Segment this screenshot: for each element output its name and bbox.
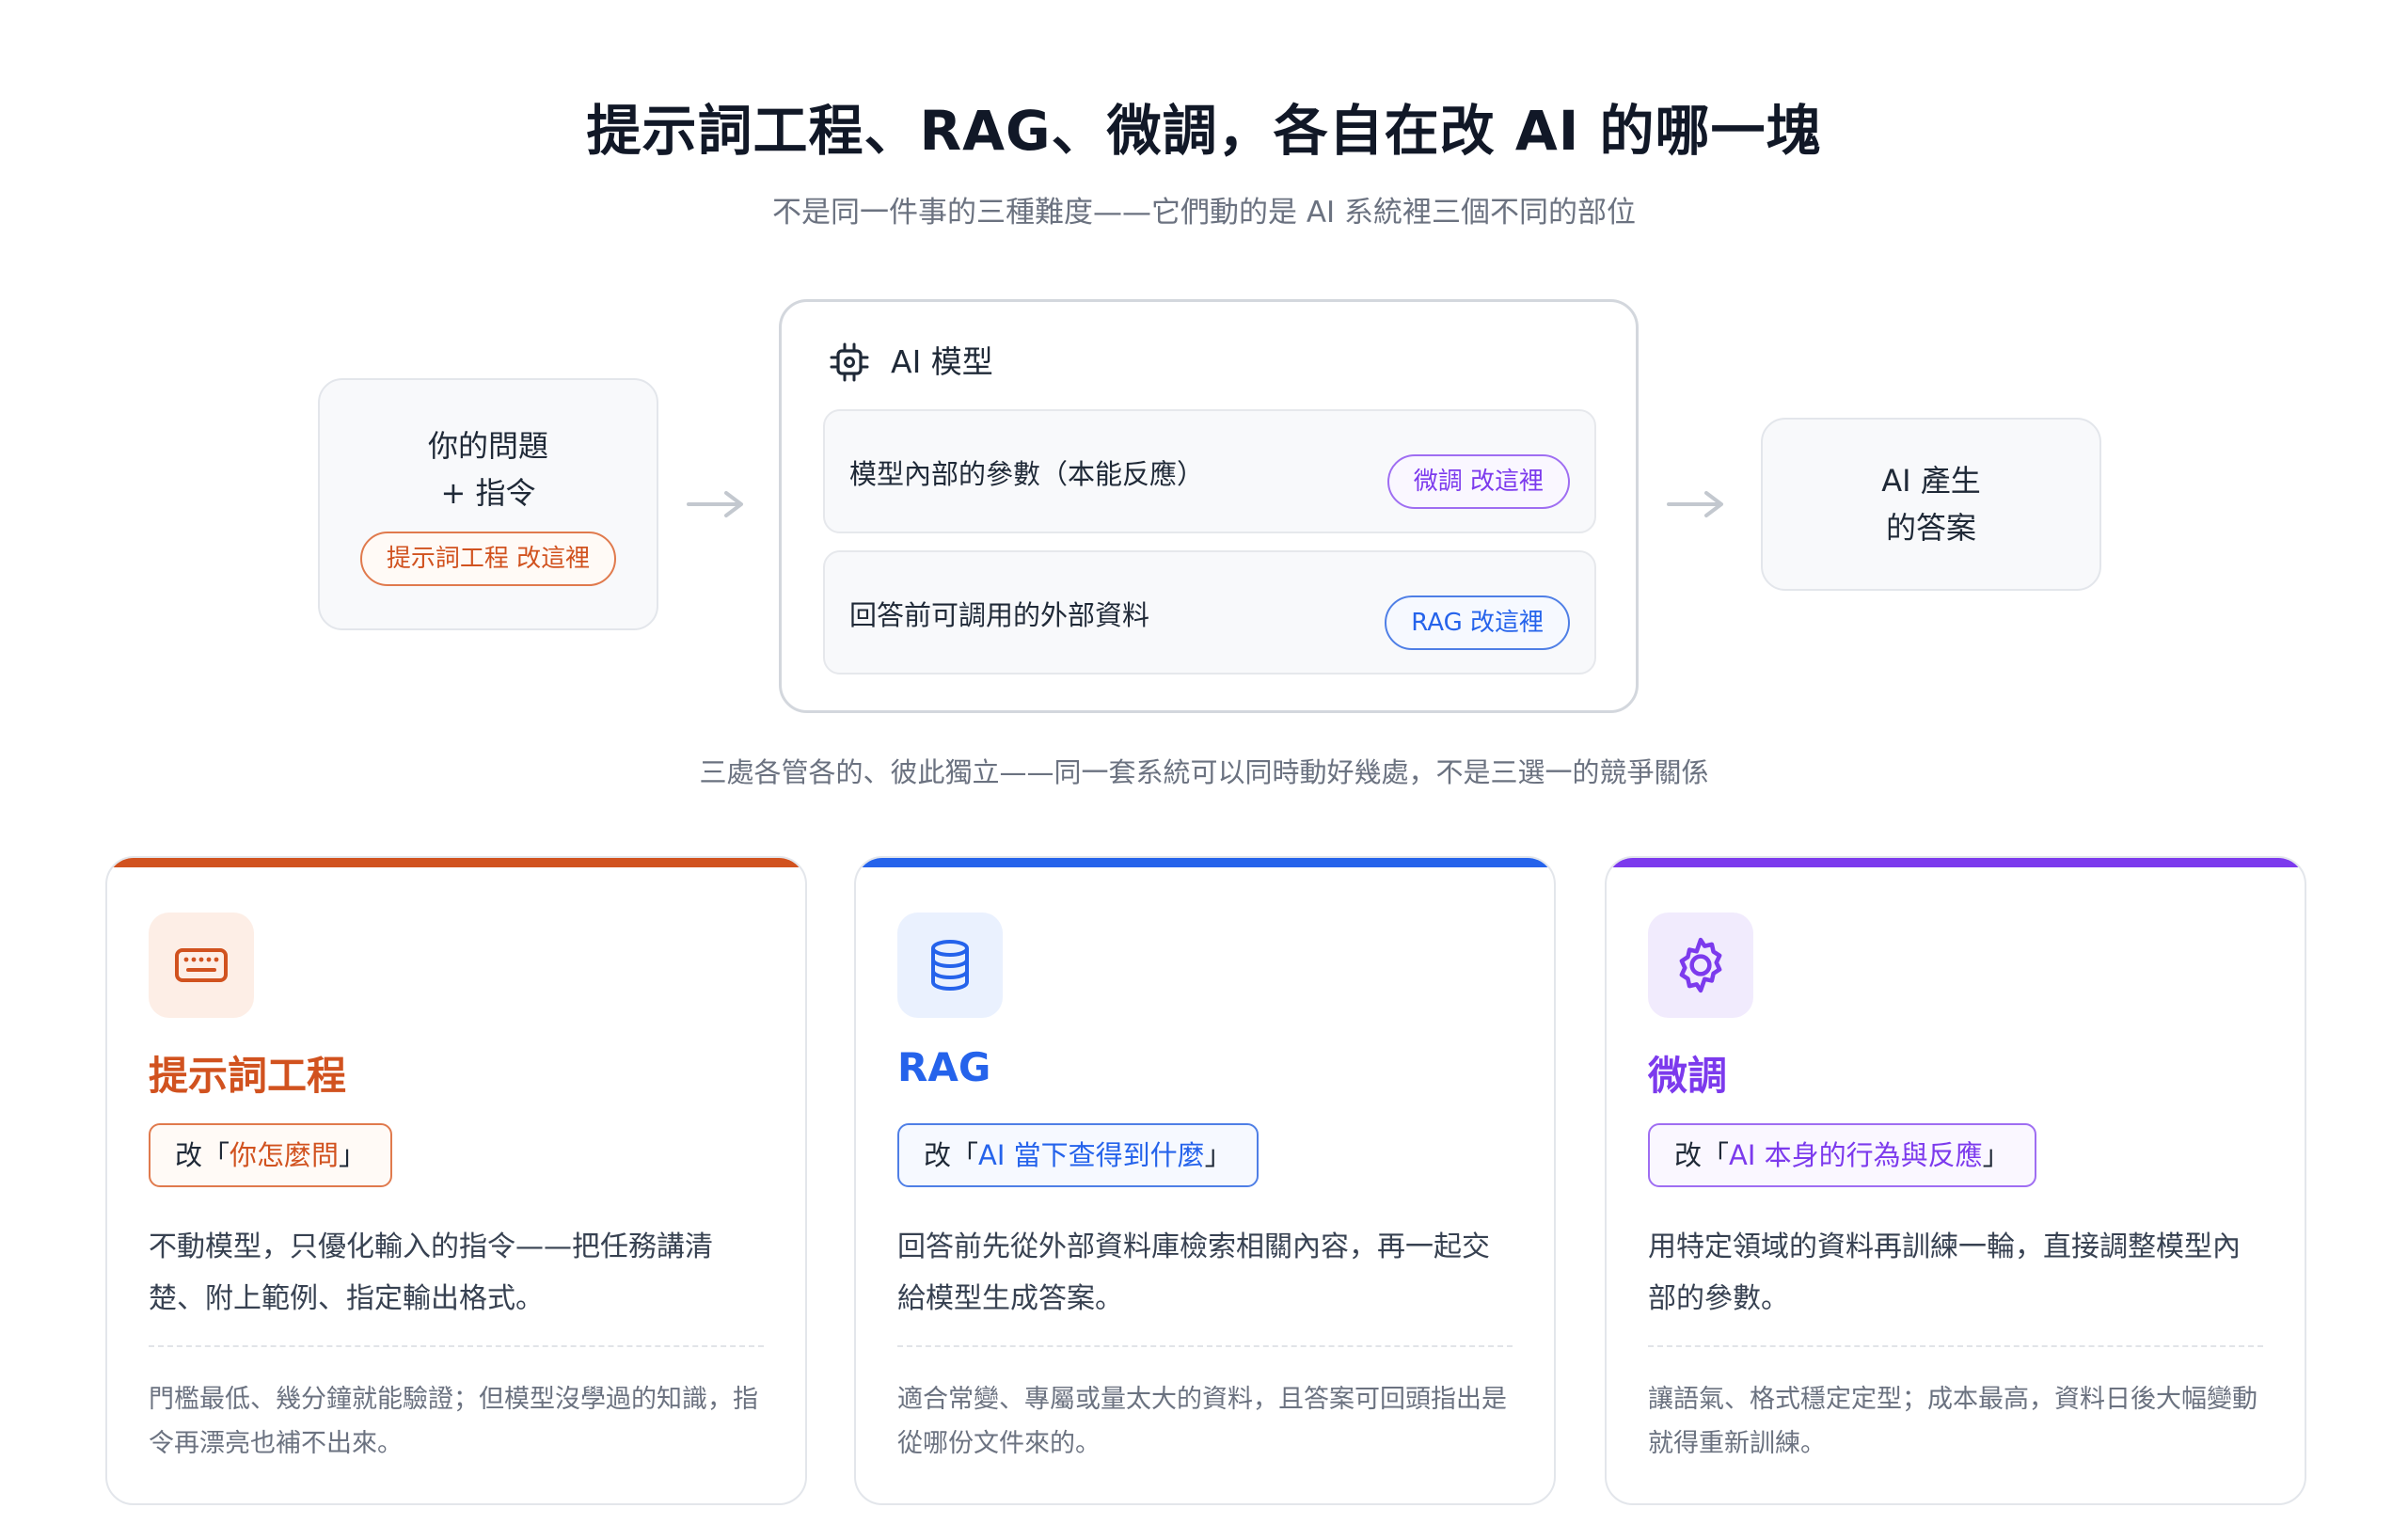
page-subtitle: 不是同一件事的三種難度——它們動的是 AI 系統裡三個不同的部位 bbox=[771, 196, 1637, 230]
ai-model-title: AI 模型 bbox=[891, 343, 993, 380]
model-row-parameters: 模型內部的參數（本能反應） 微調 改這裡 bbox=[823, 409, 1596, 533]
card-tag: 改「AI 當下查得到什麼」 bbox=[897, 1123, 1259, 1187]
card-prompt-engineering: 提示詞工程 改「你怎麼問」 不動模型，只優化輸入的指令——把任務講清楚、附上範例… bbox=[105, 856, 807, 1505]
card-description: 用特定領域的資料再訓練一輪，直接調整模型內部的參數。 bbox=[1648, 1230, 2241, 1315]
input-box: 你的問題 + 指令 提示詞工程 改這裡 bbox=[318, 378, 658, 630]
card-description: 不動模型，只優化輸入的指令——把任務講清楚、附上範例、指定輸出格式。 bbox=[149, 1230, 713, 1315]
card-description: 回答前先從外部資料庫檢索相關內容，再一起交給模型生成答案。 bbox=[897, 1230, 1490, 1315]
output-box: AI 產生 的答案 bbox=[1761, 418, 2101, 591]
card-title: RAG bbox=[897, 1044, 991, 1090]
tag-prefix: 改「 bbox=[175, 1139, 230, 1171]
card-rag: RAG 改「AI 當下查得到什麼」 回答前先從外部資料庫檢索相關內容，再一起交給… bbox=[854, 856, 1556, 1505]
fine-tuning-pill: 微調 改這裡 bbox=[1386, 454, 1570, 509]
database-icon bbox=[931, 940, 969, 992]
card-fine-tuning: 微調 改「AI 本身的行為與反應」 用特定領域的資料再訓練一輪，直接調整模型內部… bbox=[1605, 856, 2306, 1505]
page-title: 提示詞工程、RAG、微調，各自在改 AI 的哪一塊 bbox=[586, 99, 1822, 163]
tag-prefix: 改「 bbox=[924, 1139, 979, 1171]
ai-model-box: AI 模型 模型內部的參數（本能反應） 微調 改這裡 回答前可調用的外部資料 R… bbox=[779, 299, 1639, 713]
tag-value: AI 本身的行為與反應 bbox=[1729, 1139, 1983, 1171]
card-title: 微調 bbox=[1648, 1053, 1728, 1099]
card-divider bbox=[897, 1345, 1513, 1347]
card-tag: 改「AI 本身的行為與反應」 bbox=[1648, 1123, 2036, 1187]
card-footnote: 讓語氣、格式穩定定型；成本最高，資料日後大幅變動就得重新訓練。 bbox=[1648, 1385, 2258, 1458]
card-tag: 改「你怎麼問」 bbox=[149, 1123, 393, 1187]
card-footnote: 門檻最低、幾分鐘就能驗證；但模型沒學過的知識，指令再漂亮也補不出來。 bbox=[149, 1385, 758, 1458]
card-accent-bar bbox=[107, 858, 805, 867]
card-divider bbox=[1648, 1345, 2263, 1347]
tag-suffix: 」 bbox=[339, 1139, 367, 1171]
prompt-engineering-pill: 提示詞工程 改這裡 bbox=[359, 532, 617, 586]
output-line-1: AI 產生 bbox=[1881, 463, 1981, 499]
rag-pill: RAG 改這裡 bbox=[1385, 595, 1570, 650]
tag-suffix: 」 bbox=[1204, 1139, 1232, 1171]
card-title: 提示詞工程 bbox=[149, 1053, 347, 1099]
card-icon-wrap bbox=[149, 913, 254, 1018]
output-line-2: 的答案 bbox=[1885, 510, 1976, 546]
tag-suffix: 」 bbox=[1982, 1139, 2010, 1171]
tag-prefix: 改「 bbox=[1674, 1139, 1730, 1171]
diagram-note: 三處各管各的、彼此獨立——同一套系統可以同時動好幾處，不是三選一的競爭關係 bbox=[699, 756, 1709, 788]
input-line-1: 你的問題 bbox=[427, 428, 548, 464]
card-footnote: 適合常變、專屬或量太大的資料，且答案可回頭指出是從哪份文件來的。 bbox=[897, 1385, 1507, 1458]
tag-value: AI 當下查得到什麼 bbox=[978, 1139, 1205, 1171]
card-icon-wrap bbox=[897, 913, 1003, 1018]
arrow-right-icon bbox=[1667, 491, 1723, 517]
model-row-label: 回答前可調用的外部資料 bbox=[849, 599, 1150, 631]
card-accent-bar bbox=[856, 858, 1554, 867]
model-row-external-data: 回答前可調用的外部資料 RAG 改這裡 bbox=[823, 550, 1596, 675]
model-row-label: 模型內部的參數（本能反應） bbox=[849, 458, 1205, 490]
input-line-2: + 指令 bbox=[440, 475, 536, 511]
arrow-right-icon bbox=[687, 491, 743, 517]
card-divider bbox=[149, 1345, 764, 1347]
card-icon-wrap bbox=[1648, 913, 1753, 1018]
tag-value: 你怎麼問 bbox=[230, 1139, 340, 1171]
keyboard-icon bbox=[175, 948, 228, 982]
card-accent-bar bbox=[1607, 858, 2305, 867]
gear-icon bbox=[1679, 937, 1722, 993]
cpu-chip-icon bbox=[830, 342, 869, 382]
